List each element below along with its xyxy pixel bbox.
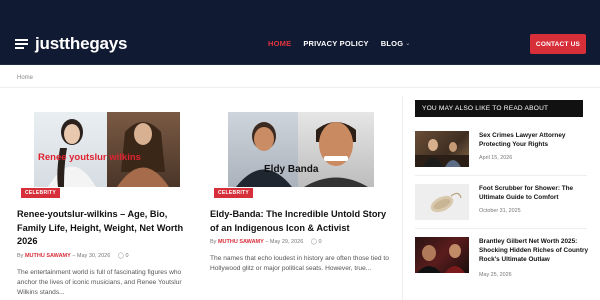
- site-header: justthegays HOME PRIVACY POLICY BLOG ⌄ C…: [0, 0, 600, 65]
- nav-item-blog-label: BLOG: [380, 39, 404, 48]
- person-image: [48, 119, 96, 187]
- category-badge[interactable]: CELEBRITY: [214, 188, 254, 198]
- related-post-thumbnail[interactable]: [415, 131, 469, 167]
- thumbnail-caption: Eldy Banda: [264, 164, 319, 175]
- comment-icon[interactable]: ◯: [311, 239, 317, 245]
- post-excerpt: The names that echo loudest in history a…: [210, 255, 389, 272]
- courtroom-image: [415, 139, 469, 167]
- person-image: [304, 122, 368, 187]
- meta-by: By: [17, 253, 24, 259]
- post-title[interactable]: Renee-youtslur-wilkins – Age, Bio, Famil…: [17, 208, 197, 249]
- nav-item-home[interactable]: HOME: [268, 39, 291, 48]
- divider: [0, 87, 600, 88]
- post-author[interactable]: MUTHU SAWAMY: [25, 253, 71, 259]
- related-post-date: May 25, 2026: [479, 272, 512, 278]
- post-author[interactable]: MUTHU SAWAMY: [218, 239, 264, 245]
- nav-item-blog[interactable]: BLOG ⌄: [381, 39, 411, 48]
- post-meta: By MUTHU SAWAMY – May 30, 2026 ◯ 0: [17, 253, 129, 259]
- site-logo[interactable]: justthegays: [35, 34, 127, 54]
- related-post-item[interactable]: Sex Crimes Lawyer Attorney Protecting Yo…: [415, 131, 587, 171]
- related-post-title[interactable]: Sex Crimes Lawyer Attorney Protecting Yo…: [479, 131, 589, 149]
- related-post-item[interactable]: Brantley Gilbert Net Worth 2025: Shockin…: [415, 237, 589, 278]
- post-thumbnail[interactable]: Renee youtslur wilkins: [34, 112, 180, 187]
- related-post-thumbnail[interactable]: [415, 237, 469, 273]
- related-post-date: October 31, 2025: [479, 208, 521, 214]
- meta-by: By: [210, 239, 217, 245]
- person-image: [417, 244, 465, 273]
- foot-scrubber-image: [430, 192, 462, 213]
- related-post-thumbnail[interactable]: [415, 184, 469, 220]
- category-badge[interactable]: CELEBRITY: [21, 188, 61, 198]
- contact-us-button[interactable]: CONTACT US: [530, 34, 586, 54]
- comment-count[interactable]: 0: [318, 239, 321, 245]
- post-meta: By MUTHU SAWAMY – May 29, 2026 ◯ 0: [210, 239, 322, 245]
- post-date: May 30, 2026: [76, 253, 111, 259]
- post-title[interactable]: Eldy-Banda: The Incredible Untold Story …: [210, 208, 390, 235]
- main-nav: HOME PRIVACY POLICY BLOG ⌄: [268, 39, 410, 48]
- comment-count[interactable]: 0: [125, 253, 128, 259]
- nav-item-privacy-policy[interactable]: PRIVACY POLICY: [303, 39, 368, 48]
- post-thumbnail[interactable]: Eldy Banda: [228, 112, 374, 187]
- related-post-title[interactable]: Brantley Gilbert Net Worth 2025: Shockin…: [479, 237, 589, 264]
- widget-heading: YOU MAY ALSO LIKE TO READ ABOUT: [415, 100, 583, 117]
- comment-icon[interactable]: ◯: [118, 253, 124, 259]
- post-excerpt: The entertainment world is full of fasci…: [17, 269, 182, 296]
- divider: [415, 228, 587, 229]
- hamburger-icon[interactable]: [15, 39, 28, 49]
- related-post-date: April 15, 2026: [479, 155, 513, 161]
- chevron-down-icon: ⌄: [405, 41, 411, 47]
- person-image: [117, 122, 169, 187]
- person-image: [236, 122, 292, 187]
- breadcrumb[interactable]: Home: [17, 75, 33, 81]
- related-post-title[interactable]: Foot Scrubber for Shower: The Ultimate G…: [479, 184, 589, 202]
- divider: [415, 175, 587, 176]
- thumbnail-caption: Renee youtslur wilkins: [38, 152, 141, 163]
- related-post-item[interactable]: Foot Scrubber for Shower: The Ultimate G…: [415, 184, 587, 224]
- post-date: May 29, 2026: [269, 239, 304, 245]
- sidebar: YOU MAY ALSO LIKE TO READ ABOUT Sex Crim…: [402, 96, 600, 300]
